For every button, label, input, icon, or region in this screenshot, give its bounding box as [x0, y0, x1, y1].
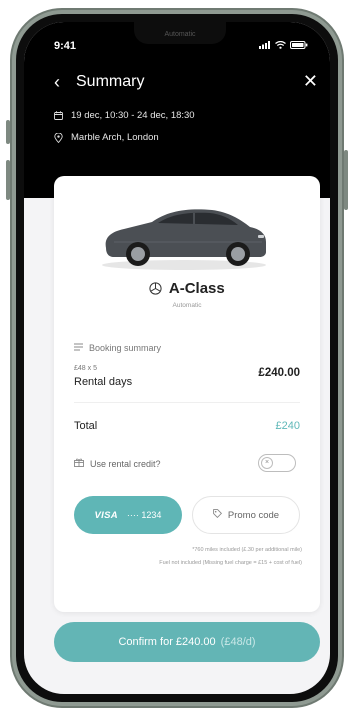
- rate-line: £48 x 5: [74, 365, 97, 372]
- page-title: Summary: [76, 73, 145, 90]
- car-title: A-Class: [54, 280, 320, 299]
- dates-row: 19 dec, 10:30 - 24 dec, 18:30: [54, 110, 195, 121]
- screen: Automatic 9:41 ‹ Summary ✕ 19 dec, 10:30…: [24, 22, 330, 694]
- total-value: £240: [275, 420, 300, 432]
- card-number-masked: ···· 1234: [126, 510, 162, 520]
- mercedes-logo-icon: [149, 282, 162, 299]
- promo-code-label: Promo code: [227, 509, 280, 521]
- phone-side-button: [6, 120, 10, 144]
- wifi-icon: [275, 41, 286, 49]
- visa-brand-label: VISA: [94, 509, 118, 521]
- fuel-note: Fuel not included (Missing fuel charge =…: [159, 560, 302, 566]
- notch-label: Automatic: [164, 31, 196, 38]
- summary-card: A-Class Automatic Booking summary £48 x …: [54, 176, 320, 612]
- gift-icon: [74, 458, 84, 469]
- pickup-location: Marble Arch, London: [71, 132, 159, 143]
- rental-days-price: £240.00: [258, 367, 300, 379]
- divider: [74, 402, 300, 403]
- car-image: [94, 202, 274, 272]
- car-transmission: Automatic: [172, 302, 202, 309]
- status-icons: [259, 41, 308, 49]
- calendar-icon: [54, 111, 63, 120]
- confirm-label: Confirm for £240.00: [118, 636, 216, 648]
- list-icon: [74, 343, 83, 353]
- mileage-note: *760 miles included (£.30 per additional…: [192, 547, 302, 553]
- phone-side-button: [344, 150, 348, 210]
- confirm-daily-rate: (£48/d): [220, 636, 256, 648]
- status-time: 9:41: [54, 40, 77, 52]
- tag-icon: [213, 509, 222, 521]
- close-icon[interactable]: ✕: [303, 71, 318, 91]
- rental-dates: 19 dec, 10:30 - 24 dec, 18:30: [71, 110, 195, 121]
- back-icon[interactable]: ‹: [54, 72, 60, 92]
- rental-credit-toggle[interactable]: ×: [258, 454, 296, 472]
- notch: Automatic: [134, 22, 226, 44]
- rental-days-label: Rental days: [74, 376, 133, 388]
- battery-icon: [290, 41, 308, 49]
- rental-credit-label: Use rental credit?: [90, 458, 161, 469]
- signal-icon: [259, 41, 270, 49]
- toggle-off-icon: ×: [261, 457, 273, 469]
- rental-credit-row: Use rental credit?: [74, 458, 161, 469]
- payment-card-button[interactable]: VISA ···· 1234: [74, 496, 182, 534]
- total-label: Total: [74, 420, 98, 432]
- title-bar: ‹ Summary ✕: [54, 71, 324, 94]
- location-pin-icon: [54, 132, 63, 143]
- car-model: A-Class: [168, 280, 225, 297]
- promo-code-button[interactable]: Promo code: [192, 496, 300, 534]
- booking-summary-heading: Booking summary: [74, 343, 161, 353]
- confirm-button[interactable]: Confirm for £240.00 (£48/d): [54, 622, 320, 662]
- header: Automatic 9:41 ‹ Summary ✕ 19 dec, 10:30…: [24, 22, 330, 198]
- booking-summary-label: Booking summary: [89, 343, 162, 353]
- phone-side-button: [6, 160, 10, 200]
- location-row: Marble Arch, London: [54, 132, 159, 143]
